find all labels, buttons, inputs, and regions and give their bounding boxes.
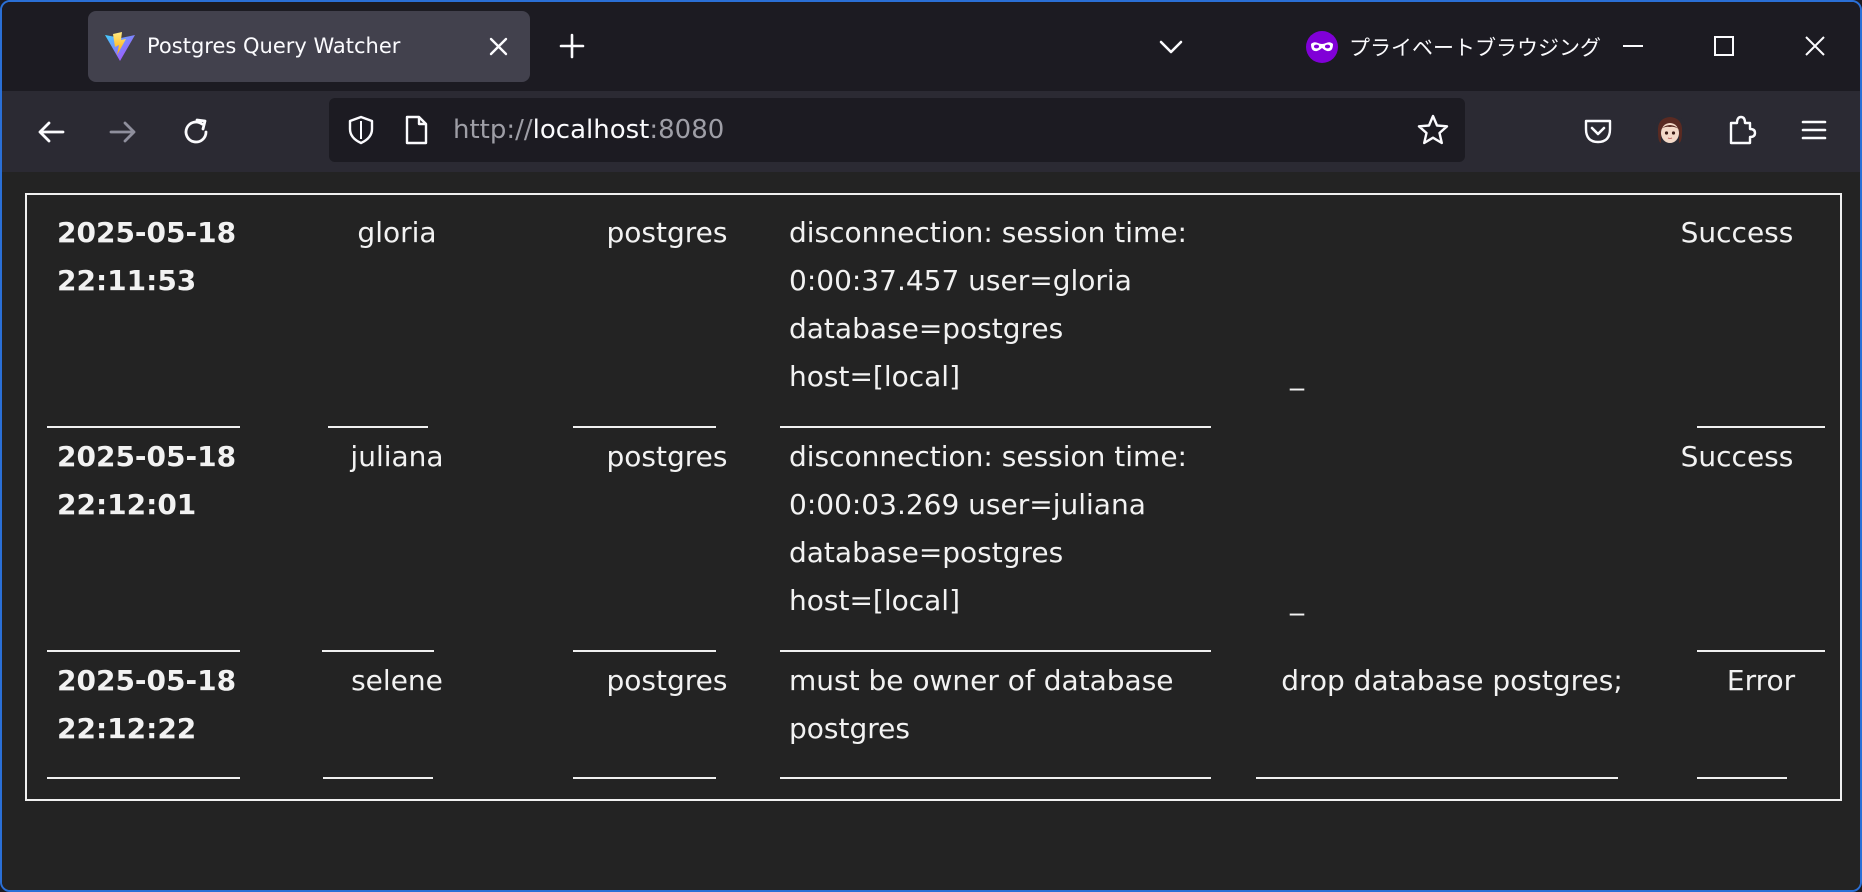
message-line: 0:00:37.457 user=gloria (789, 264, 1132, 297)
user-cell: gloria (357, 216, 437, 249)
private-browsing-indicator: プライベートブラウジング (1305, 29, 1601, 65)
cell-underline (47, 426, 240, 428)
cell-underline (328, 426, 428, 428)
tab-bar: Postgres Query Watcher プライベートブラウジング (2, 2, 1860, 91)
database-cell: postgres (606, 216, 728, 249)
page-content: 2025-05-18 22:11:53 gloria postgres disc… (2, 172, 1860, 890)
user-cell: selene (351, 664, 443, 697)
status-cell: Error (1726, 664, 1796, 697)
reload-icon[interactable] (179, 115, 213, 149)
message-line: disconnection: session time: (789, 216, 1187, 249)
pocket-icon[interactable] (1580, 112, 1616, 148)
bookmark-star-icon[interactable] (1415, 112, 1451, 148)
timestamp-cell: 2025-05-18 22:12:22 (57, 657, 236, 753)
message-line: disconnection: session time: (789, 440, 1187, 473)
chevron-down-icon[interactable] (1156, 32, 1186, 62)
query-cell: _ (1290, 358, 1304, 391)
query-log-table: 2025-05-18 22:11:53 gloria postgres disc… (25, 193, 1842, 801)
timestamp-date: 2025-05-18 (57, 664, 237, 697)
cell-underline (1697, 426, 1825, 428)
message-line: 0:00:03.269 user=juliana (789, 488, 1146, 521)
cell-underline (47, 650, 240, 652)
forward-arrow-icon[interactable] (106, 115, 140, 149)
shield-icon[interactable] (344, 113, 378, 147)
status-cell: Success (1680, 216, 1794, 249)
timestamp-cell: 2025-05-18 22:11:53 (57, 209, 236, 305)
tab-title: Postgres Query Watcher (147, 34, 401, 58)
cell-underline (1256, 777, 1618, 779)
database-cell: postgres (606, 664, 728, 697)
account-avatar[interactable] (1652, 112, 1688, 148)
database-cell: postgres (606, 440, 728, 473)
query-cell: drop database postgres; (1281, 664, 1623, 697)
url-port: :8080 (649, 115, 725, 145)
cell-underline (1697, 650, 1825, 652)
navigation-toolbar: http://localhost:8080 (2, 91, 1860, 172)
cell-underline (780, 650, 1211, 652)
browser-window: Postgres Query Watcher プライベートブラウジング http… (0, 0, 1862, 892)
timestamp-time: 22:11:53 (57, 264, 197, 297)
cell-underline (1697, 777, 1787, 779)
message-line: host=[local] (789, 584, 960, 617)
message-cell: disconnection: session time: 0:00:03.269… (789, 433, 1187, 625)
message-line: postgres (789, 712, 910, 745)
private-mask-icon (1305, 30, 1339, 64)
message-line: database=postgres (789, 312, 1064, 345)
message-line: must be owner of database (789, 664, 1174, 697)
query-cell: _ (1290, 583, 1304, 616)
cell-underline (780, 777, 1211, 779)
cell-underline (323, 777, 433, 779)
message-line: host=[local] (789, 360, 960, 393)
timestamp-cell: 2025-05-18 22:12:01 (57, 433, 236, 529)
address-bar[interactable]: http://localhost:8080 (329, 98, 1465, 162)
timestamp-time: 22:12:01 (57, 488, 197, 521)
url-scheme: http:// (453, 115, 533, 145)
timestamp-date: 2025-05-18 (57, 216, 237, 249)
timestamp-date: 2025-05-18 (57, 440, 237, 473)
close-window-icon[interactable] (1799, 30, 1831, 62)
cell-underline (573, 426, 716, 428)
page-info-icon[interactable] (401, 114, 431, 146)
minimize-icon[interactable] (1617, 30, 1649, 62)
new-tab-icon[interactable] (556, 30, 588, 62)
user-cell: juliana (350, 440, 444, 473)
private-browsing-label: プライベートブラウジング (1349, 36, 1601, 60)
cell-underline (573, 650, 716, 652)
cell-underline (780, 426, 1211, 428)
hamburger-menu-icon[interactable] (1796, 112, 1832, 148)
tab-postgres-query-watcher[interactable]: Postgres Query Watcher (88, 11, 530, 82)
vite-logo-icon (104, 31, 136, 63)
cell-underline (322, 650, 434, 652)
status-cell: Success (1680, 440, 1794, 473)
maximize-icon[interactable] (1708, 30, 1740, 62)
message-line: database=postgres (789, 536, 1064, 569)
extensions-puzzle-icon[interactable] (1724, 112, 1760, 148)
back-arrow-icon[interactable] (34, 115, 68, 149)
url-host: localhost (532, 115, 650, 145)
message-cell: disconnection: session time: 0:00:37.457… (789, 209, 1187, 401)
cell-underline (573, 777, 716, 779)
message-cell: must be owner of database postgres (789, 657, 1174, 753)
url-text[interactable]: http://localhost:8080 (453, 98, 724, 162)
cell-underline (47, 777, 240, 779)
timestamp-time: 22:12:22 (57, 712, 197, 745)
close-tab-icon[interactable] (485, 33, 512, 60)
